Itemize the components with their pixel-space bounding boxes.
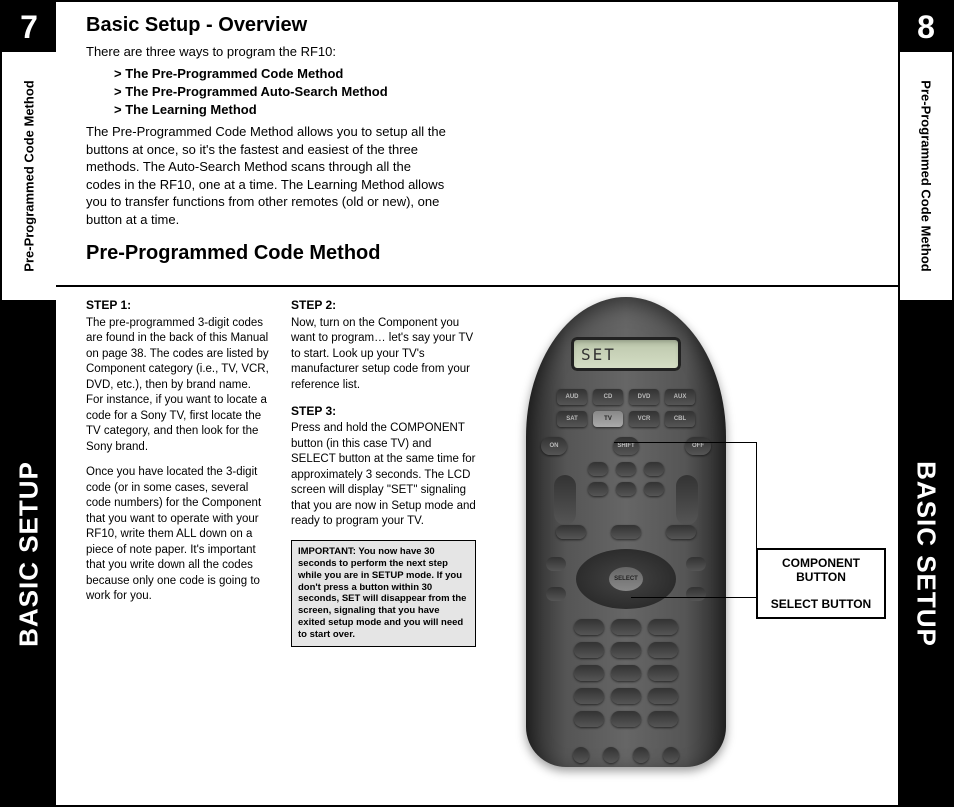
mode-button xyxy=(573,747,589,763)
left-spine-top-label: Pre-Programmed Code Method xyxy=(22,80,37,271)
rew-button xyxy=(546,557,566,571)
mid-btn xyxy=(588,462,608,476)
shift-button: SHIFT xyxy=(613,437,639,455)
num-btn xyxy=(648,688,678,704)
component-row-1: AUD CD DVD AUX xyxy=(557,389,695,405)
mid-btn xyxy=(644,462,664,476)
step2-heading: STEP 2: xyxy=(291,297,476,313)
guide-row xyxy=(556,525,696,539)
num-btn xyxy=(648,642,678,658)
info-button xyxy=(611,525,641,539)
remote-illustration: SET AUD CD DVD AUX SAT TV VCR CBL ON xyxy=(506,297,746,777)
step23-column: STEP 2: Now, turn on the Component you w… xyxy=(291,297,476,647)
methods-list: > The Pre-Programmed Code Method > The P… xyxy=(114,65,868,120)
callout-select: SELECT BUTTON xyxy=(756,591,886,619)
callout-line-select xyxy=(631,597,756,598)
page-number-left: 7 xyxy=(2,2,56,52)
callout-component: COMPONENT BUTTON xyxy=(756,548,886,593)
component-row-2: SAT TV VCR CBL xyxy=(557,411,695,427)
num-btn xyxy=(611,642,641,658)
right-spine: 8 Pre-Programmed Code Method BASIC SETUP xyxy=(898,2,952,805)
steps-section: STEP 1: The pre-programmed 3-digit codes… xyxy=(56,287,898,805)
aux-button: AUX xyxy=(665,389,695,405)
cbl-button: CBL xyxy=(665,411,695,427)
callout-select-label: SELECT BUTTON xyxy=(758,591,884,617)
left-spine: 7 Pre-Programmed Code Method BASIC SETUP xyxy=(2,2,56,805)
vcr-button: VCR xyxy=(629,411,659,427)
method-title: Pre-Programmed Code Method xyxy=(86,242,868,265)
step1-p2: Once you have located the 3-digit code (… xyxy=(86,465,271,605)
on-button: ON xyxy=(541,437,567,455)
num-btn xyxy=(648,665,678,681)
method-item: > The Learning Method xyxy=(114,101,868,119)
ff-button xyxy=(686,557,706,571)
off-button: OFF xyxy=(685,437,711,455)
manual-spread: 7 Pre-Programmed Code Method BASIC SETUP… xyxy=(0,0,954,807)
callout-line-component xyxy=(614,442,756,443)
overview-title: Basic Setup - Overview xyxy=(86,14,868,37)
guide-button xyxy=(556,525,586,539)
num-btn xyxy=(574,665,604,681)
step3-heading: STEP 3: xyxy=(291,403,476,419)
overview-intro: There are three ways to program the RF10… xyxy=(86,43,446,61)
stop-button xyxy=(546,587,566,601)
ctr-button xyxy=(633,747,649,763)
prevch-button xyxy=(616,482,636,496)
mute-button xyxy=(616,462,636,476)
power-row: ON SHIFT OFF xyxy=(541,437,711,455)
page-number-right: 8 xyxy=(900,2,952,52)
left-spine-bottom-label: BASIC SETUP xyxy=(14,461,45,647)
num-btn xyxy=(574,642,604,658)
num-btn xyxy=(611,688,641,704)
num-btn xyxy=(611,665,641,681)
important-note: IMPORTANT: You now have 30 seconds to pe… xyxy=(291,540,476,647)
mid-button-grid xyxy=(588,462,664,496)
remote-body: SET AUD CD DVD AUX SAT TV VCR CBL ON xyxy=(526,297,726,767)
overview-body: The Pre-Programmed Code Method allows yo… xyxy=(86,123,446,228)
step3-p1: Press and hold the COMPONENT button (in … xyxy=(291,421,476,530)
mid-btn xyxy=(644,482,664,496)
remote-lcd: SET xyxy=(571,337,681,371)
right-spine-bottom: BASIC SETUP xyxy=(900,302,952,805)
step1-heading: STEP 1: xyxy=(86,297,271,313)
cd-button: CD xyxy=(593,389,623,405)
mid-btn xyxy=(588,482,608,496)
num-btn xyxy=(648,711,678,727)
callout-line-component-v xyxy=(756,442,757,562)
num-btn xyxy=(574,711,604,727)
num-btn xyxy=(648,619,678,635)
ch-rocker xyxy=(676,475,698,525)
left-spine-bottom: BASIC SETUP xyxy=(2,302,56,805)
bottom-round-row xyxy=(573,747,679,763)
step1-p1: The pre-programmed 3-digit codes are fou… xyxy=(86,316,271,456)
callout-component-label: COMPONENT BUTTON xyxy=(758,550,884,591)
right-spine-bottom-label: BASIC SETUP xyxy=(911,461,942,647)
main-content: Basic Setup - Overview There are three w… xyxy=(56,2,898,805)
rear-button xyxy=(663,747,679,763)
aud-button: AUD xyxy=(557,389,587,405)
num-btn xyxy=(611,619,641,635)
overview-section: Basic Setup - Overview There are three w… xyxy=(56,2,898,279)
num-btn xyxy=(574,619,604,635)
dvd-button: DVD xyxy=(629,389,659,405)
play-button xyxy=(686,587,706,601)
num-btn xyxy=(574,688,604,704)
step1-column: STEP 1: The pre-programmed 3-digit codes… xyxy=(86,297,271,647)
method-item: > The Pre-Programmed Code Method xyxy=(114,65,868,83)
left-spine-top: Pre-Programmed Code Method xyxy=(2,52,56,302)
right-spine-top-label: Pre-Programmed Code Method xyxy=(919,80,934,271)
sub-button xyxy=(603,747,619,763)
right-spine-top: Pre-Programmed Code Method xyxy=(900,52,952,302)
method-item: > The Pre-Programmed Auto-Search Method xyxy=(114,83,868,101)
sat-button: SAT xyxy=(557,411,587,427)
num-btn xyxy=(611,711,641,727)
exit-button xyxy=(666,525,696,539)
tv-button: TV xyxy=(593,411,623,427)
lower-button-grid xyxy=(574,619,678,727)
dpad: SELECT xyxy=(576,549,676,609)
step2-p1: Now, turn on the Component you want to p… xyxy=(291,316,476,394)
vol-rocker xyxy=(554,475,576,525)
select-button: SELECT xyxy=(609,567,643,591)
